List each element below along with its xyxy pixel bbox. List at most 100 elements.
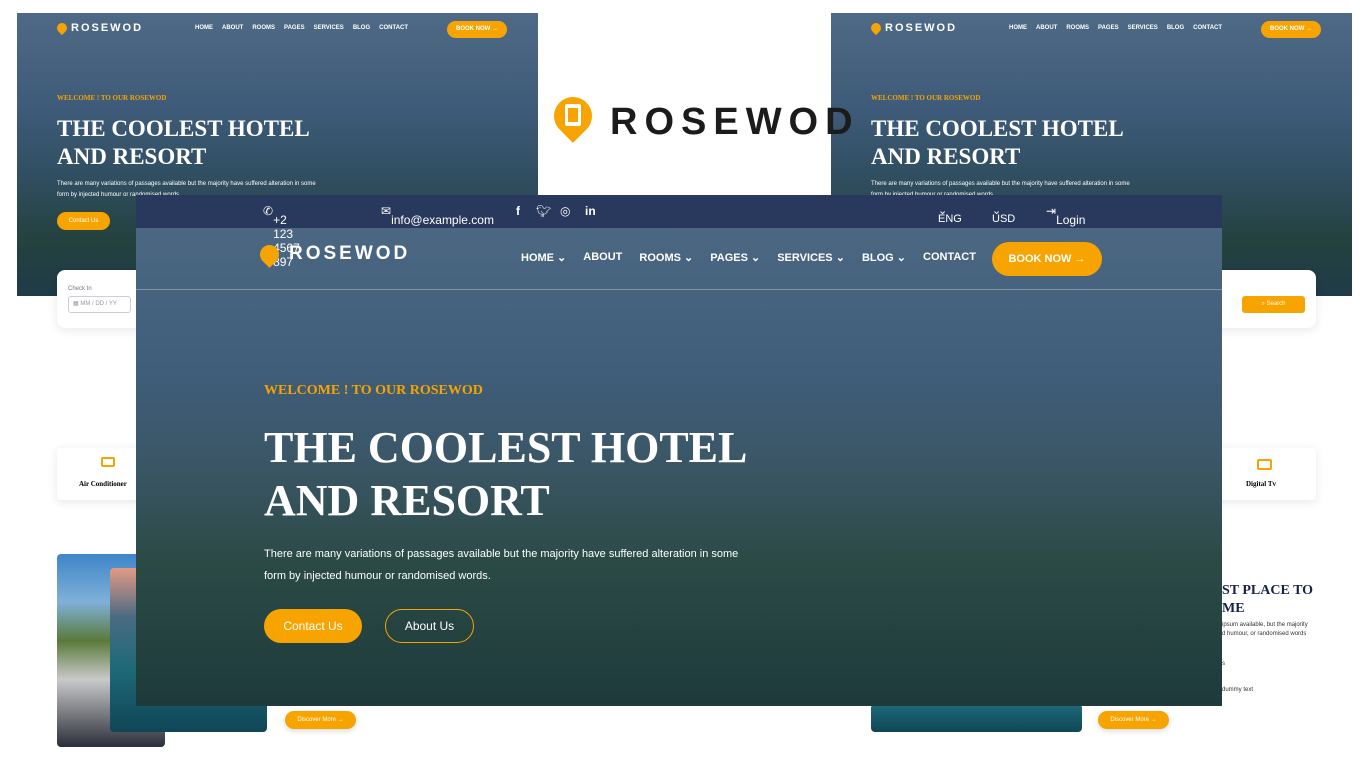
date-placeholder: MM / DD / YY bbox=[80, 301, 117, 307]
title-line2: AND RESORT bbox=[871, 144, 1021, 169]
discover-more-right[interactable]: Discover More → bbox=[1098, 711, 1169, 729]
hotel-pin-icon bbox=[546, 89, 600, 147]
about-title-line2: ME bbox=[1222, 601, 1245, 616]
preview-logo: ROSEWOD bbox=[54, 20, 144, 36]
about-title-line1: ST PLACE TO bbox=[1222, 583, 1314, 598]
brand-name: ROSEWOD bbox=[885, 22, 958, 34]
title-line2: AND RESORT bbox=[264, 476, 550, 525]
check-in-date-input[interactable]: ▦ MM / DD / YY bbox=[68, 296, 131, 313]
menu-contact[interactable]: CONTACT bbox=[1193, 25, 1222, 31]
login-link[interactable]: ⇥ Login bbox=[1046, 204, 1085, 227]
about-us-button[interactable]: About Us bbox=[385, 609, 474, 643]
preview-book-now[interactable]: BOOK NOW → bbox=[1261, 21, 1321, 38]
title-line2: AND RESORT bbox=[57, 144, 207, 169]
language-value: ENG bbox=[938, 213, 962, 225]
about-title: ST PLACE TO ME bbox=[1222, 582, 1313, 618]
gallery-image-right bbox=[871, 704, 1082, 732]
preview-welcome: WELCOME ! TO OUR ROSEWOD bbox=[57, 94, 167, 102]
menu-blog[interactable]: BLOG bbox=[1167, 25, 1184, 31]
preview-welcome: WELCOME ! TO OUR ROSEWOD bbox=[871, 94, 981, 102]
para-line1: There are many variations of passages av… bbox=[871, 181, 1130, 187]
menu-services[interactable]: SERVICES bbox=[1128, 25, 1158, 31]
nav-label: ROOMS bbox=[639, 252, 681, 264]
menu-rooms[interactable]: ROOMS bbox=[1066, 25, 1089, 31]
preview-logo: ROSEWOD bbox=[868, 20, 958, 36]
preview-book-now[interactable]: BOOK NOW → bbox=[447, 21, 507, 38]
para-line1: There are many variations of passages av… bbox=[264, 548, 739, 560]
preview-contact-button[interactable]: Contact Us bbox=[57, 212, 110, 230]
menu-pages[interactable]: PAGES bbox=[284, 25, 305, 31]
preview-title: THE COOLEST HOTEL AND RESORT bbox=[57, 115, 357, 171]
air-conditioner-icon bbox=[101, 457, 115, 467]
logo-pin-icon bbox=[868, 20, 884, 36]
twitter-icon[interactable]: 🐦︎ bbox=[536, 204, 551, 218]
nav-item-about[interactable]: ABOUT bbox=[583, 251, 622, 264]
nav-label: BLOG bbox=[861, 252, 894, 264]
menu-about[interactable]: ABOUT bbox=[1036, 25, 1057, 31]
check-in-label: Check In bbox=[68, 286, 92, 292]
nav-item-blog[interactable]: BLOG ⌄ bbox=[862, 251, 906, 264]
book-now-button[interactable]: BOOK NOW → bbox=[992, 242, 1102, 276]
feature-label: Digital Tv bbox=[1246, 480, 1277, 488]
nav-logo[interactable]: ROSEWOD bbox=[256, 240, 411, 268]
nav-label: CONTACT bbox=[923, 251, 976, 263]
preview-menu: HOME ABOUT ROOMS PAGES SERVICES BLOG CONTACT bbox=[1009, 25, 1222, 31]
brand-name: ROSEWOD bbox=[289, 243, 411, 264]
search-button[interactable]: ⌕ Search bbox=[1242, 296, 1305, 313]
main-screenshot: ✆ +2 123 4567 897 ✉ info@example.com f 🐦… bbox=[136, 195, 1222, 706]
nav-item-contact[interactable]: CONTACT bbox=[923, 251, 976, 264]
about-text-line2: d humour, or randomised words bbox=[1222, 631, 1307, 637]
feature-label: Air Conditioner bbox=[79, 480, 127, 488]
linkedin-icon[interactable]: in bbox=[585, 204, 596, 218]
nav-item-pages[interactable]: PAGES ⌄ bbox=[710, 251, 760, 264]
menu-contact[interactable]: CONTACT bbox=[379, 25, 408, 31]
menu-home[interactable]: HOME bbox=[1009, 25, 1027, 31]
currency-select[interactable]: USD ⌄ bbox=[992, 204, 1015, 225]
about-text: ipsum available, but the majority d humou… bbox=[1222, 621, 1308, 639]
facebook-icon[interactable]: f bbox=[516, 204, 520, 218]
about-text-line1: ipsum available, but the majority bbox=[1222, 622, 1308, 628]
about-list-item: dummy text bbox=[1222, 687, 1254, 693]
discover-more-left[interactable]: Discover More → bbox=[285, 711, 356, 729]
title-line1: THE COOLEST HOTEL bbox=[264, 423, 748, 472]
contact-us-button[interactable]: Contact Us bbox=[264, 609, 362, 643]
title-line1: THE COOLEST HOTEL bbox=[57, 116, 310, 141]
discover-label: Discover More bbox=[297, 717, 336, 723]
book-now-label: BOOK NOW bbox=[455, 26, 491, 32]
email-text: info@example.com bbox=[391, 213, 494, 227]
brand-name: ROSEWOD bbox=[71, 22, 144, 34]
language-select[interactable]: ENG ⌄ bbox=[938, 204, 962, 225]
nav-label: PAGES bbox=[710, 252, 748, 264]
phone-info[interactable]: ✆ +2 123 4567 897 bbox=[263, 204, 300, 269]
para-line1: There are many variations of passages av… bbox=[57, 181, 316, 187]
nav-label: SERVICES bbox=[777, 252, 833, 264]
currency-value: USD bbox=[992, 213, 1016, 225]
nav-item-home[interactable]: HOME ⌄ bbox=[521, 251, 566, 264]
preview-title: THE COOLEST HOTEL AND RESORT bbox=[871, 115, 1171, 171]
nav-item-rooms[interactable]: ROOMS ⌄ bbox=[639, 251, 693, 264]
hero-title: THE COOLEST HOTEL AND RESORT bbox=[264, 421, 747, 527]
nav-menu: HOME ⌄ ABOUT ROOMS ⌄ PAGES ⌄ SERVICES ⌄ … bbox=[521, 251, 976, 264]
menu-rooms[interactable]: ROOMS bbox=[252, 25, 275, 31]
menu-services[interactable]: SERVICES bbox=[314, 25, 344, 31]
menu-blog[interactable]: BLOG bbox=[353, 25, 370, 31]
search-label: Search bbox=[1266, 301, 1286, 307]
center-logo: ROSEWOD bbox=[546, 89, 860, 147]
menu-pages[interactable]: PAGES bbox=[1098, 25, 1119, 31]
about-list-item: s bbox=[1222, 661, 1225, 667]
email-info[interactable]: ✉ info@example.com bbox=[381, 204, 494, 227]
nav-item-services[interactable]: SERVICES ⌄ bbox=[777, 251, 845, 264]
logo-pin-icon bbox=[256, 240, 283, 268]
para-line2: form by injected humour or randomised wo… bbox=[264, 570, 491, 582]
logo-pin-icon bbox=[54, 20, 70, 36]
menu-home[interactable]: HOME bbox=[195, 25, 213, 31]
main-nav: ROSEWOD HOME ⌄ ABOUT ROOMS ⌄ PAGES ⌄ SER… bbox=[136, 228, 1222, 290]
instagram-icon[interactable]: ◎ bbox=[560, 204, 570, 218]
login-text: Login bbox=[1056, 213, 1086, 227]
nav-label: HOME bbox=[521, 252, 554, 264]
title-line1: THE COOLEST HOTEL bbox=[871, 116, 1124, 141]
digital-tv-icon bbox=[1257, 459, 1272, 470]
book-now-label: BOOK NOW bbox=[1008, 253, 1072, 265]
brand-name: ROSEWOD bbox=[610, 100, 860, 143]
menu-about[interactable]: ABOUT bbox=[222, 25, 243, 31]
